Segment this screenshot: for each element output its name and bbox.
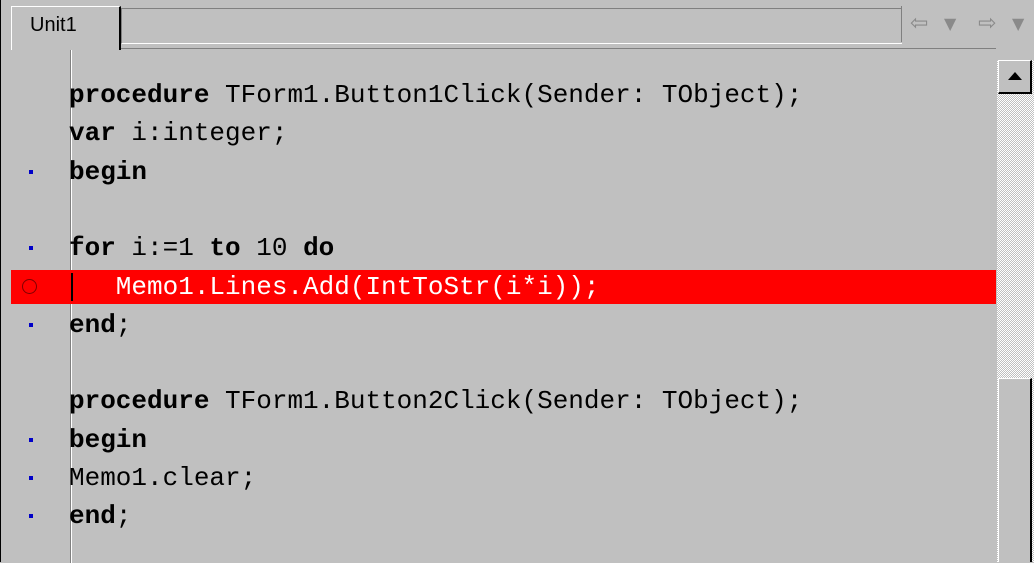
- code-line[interactable]: begin: [11, 155, 996, 189]
- code-line[interactable]: procedure TForm1.Button1Click(Sender: TO…: [11, 78, 996, 112]
- chevron-down-icon[interactable]: ▼: [944, 10, 956, 38]
- tab-strip: [121, 8, 902, 44]
- code-line[interactable]: procedure TForm1.Button2Click(Sender: TO…: [11, 384, 996, 418]
- code-text: end;: [69, 309, 132, 340]
- code-text: procedure TForm1.Button1Click(Sender: TO…: [69, 80, 803, 110]
- breakpoint-icon[interactable]: [22, 278, 37, 294]
- execution-point-dot-icon[interactable]: [29, 514, 33, 519]
- code-text: Memo1.clear;: [69, 463, 257, 493]
- code-line[interactable]: Memo1.Lines.Add(IntToStr(i*i));: [11, 269, 996, 304]
- code-text: procedure TForm1.Button2Click(Sender: TO…: [69, 386, 803, 417]
- execution-point-dot-icon[interactable]: [29, 246, 33, 251]
- code-text: begin: [69, 156, 148, 187]
- arrow-right-icon[interactable]: ⇨: [978, 10, 996, 38]
- scroll-up-button[interactable]: [998, 60, 1032, 94]
- code-line[interactable]: var i:integer;: [11, 116, 996, 150]
- code-line[interactable]: [11, 193, 996, 227]
- code-line[interactable]: Memo1.clear;: [11, 461, 996, 495]
- code-line[interactable]: begin: [11, 423, 996, 457]
- arrow-left-icon[interactable]: ⇦: [910, 10, 928, 38]
- code-line[interactable]: [11, 346, 996, 380]
- code-line[interactable]: end;: [11, 499, 996, 533]
- chevron-down-icon[interactable]: ▼: [1012, 10, 1024, 38]
- code-editor-window: Unit1 ⇦ ▼ ⇨ ▼ procedure TForm1.Button1Cl…: [0, 0, 1034, 563]
- code-line[interactable]: for i:=1 to 10 do: [11, 231, 996, 265]
- tab-label: Unit1: [30, 14, 77, 36]
- scrollbar-thumb[interactable]: [998, 378, 1032, 562]
- code-text: end;: [69, 501, 132, 532]
- code-text: for i:=1 to 10 do: [69, 233, 335, 264]
- code-text: begin: [69, 424, 148, 455]
- code-text: Memo1.Lines.Add(IntToStr(i*i));: [69, 271, 600, 302]
- navigation-buttons: ⇦ ▼ ⇨ ▼: [901, 6, 1034, 42]
- tab-unit1[interactable]: Unit1: [11, 6, 121, 50]
- execution-point-dot-icon[interactable]: [29, 476, 33, 480]
- code-editor[interactable]: procedure TForm1.Button1Click(Sender: TO…: [11, 48, 996, 563]
- vertical-scrollbar[interactable]: [997, 60, 1034, 562]
- execution-point-dot-icon[interactable]: [29, 322, 33, 327]
- code-line[interactable]: end;: [11, 308, 996, 342]
- code-text: var i:integer;: [69, 118, 288, 149]
- execution-point-dot-icon[interactable]: [29, 169, 33, 174]
- execution-point-dot-icon[interactable]: [29, 437, 33, 442]
- tab-bar: Unit1 ⇦ ▼ ⇨ ▼: [1, 0, 1034, 50]
